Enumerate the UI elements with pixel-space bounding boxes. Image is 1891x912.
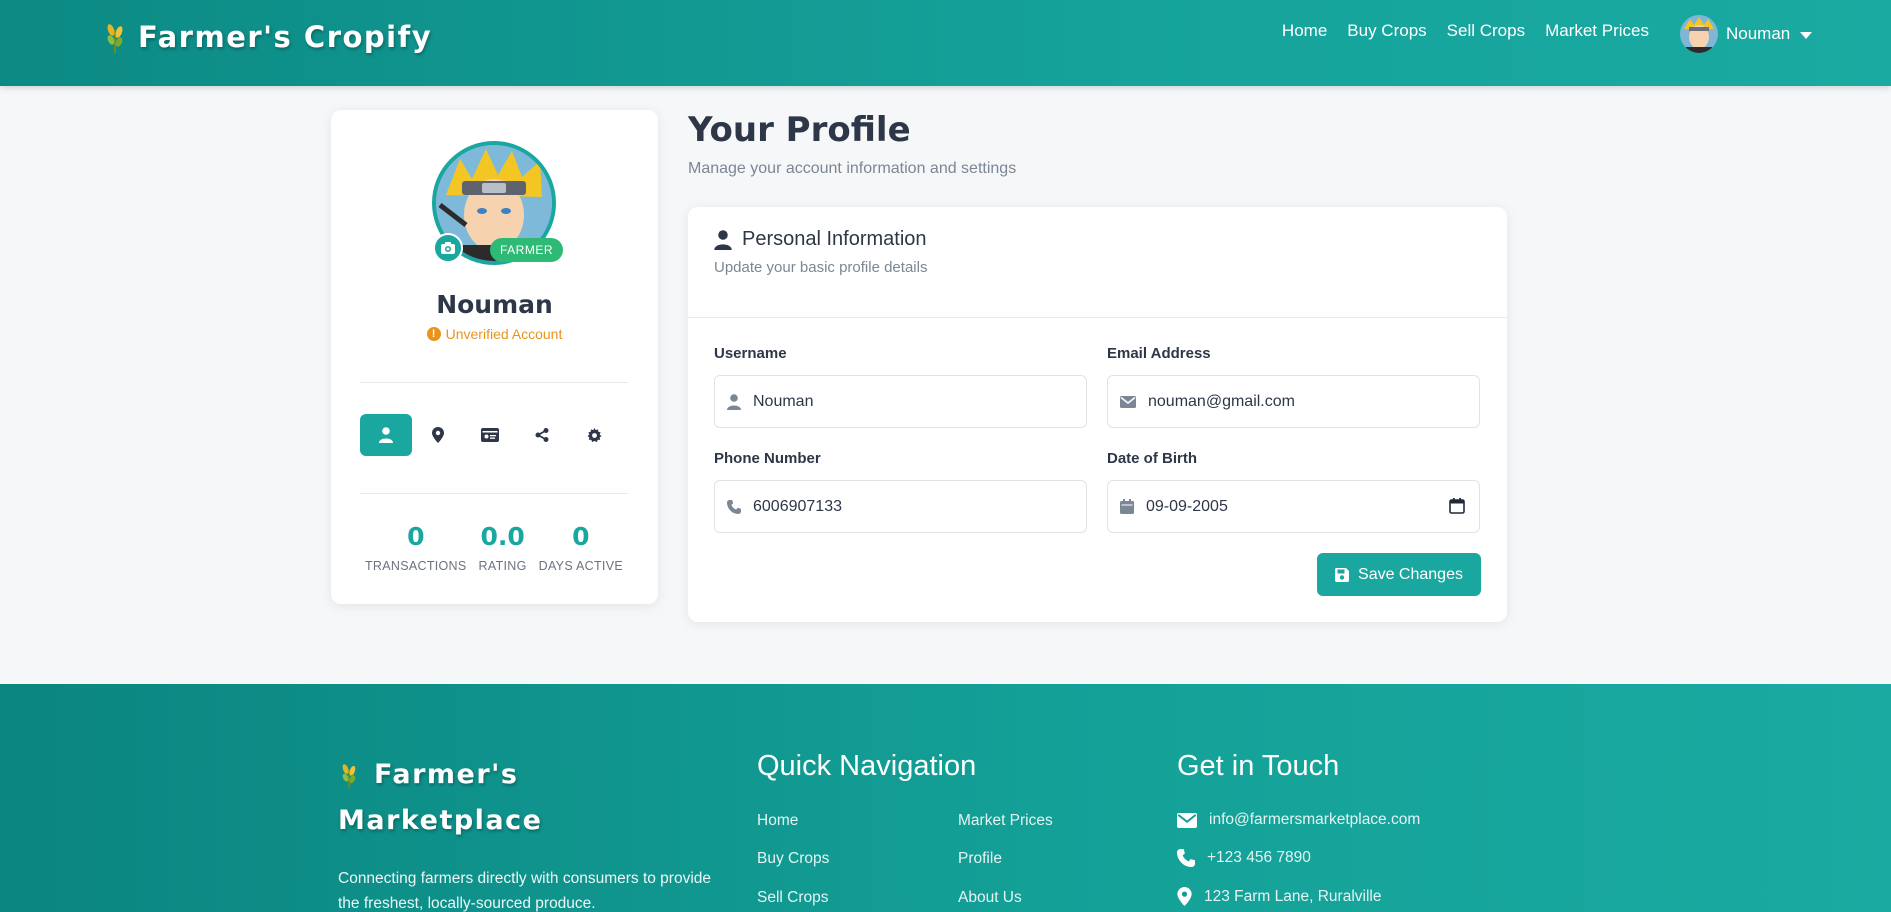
gear-icon xyxy=(586,427,602,442)
stat-value: 0.0 xyxy=(480,522,525,551)
warning-icon: ! xyxy=(426,327,441,341)
email-label: Email Address xyxy=(1107,345,1211,362)
contact-address[interactable]: 123 Farm Lane, Ruralville xyxy=(1177,887,1381,906)
stat-label: RATING xyxy=(478,559,527,573)
wheat-logo-icon xyxy=(342,764,356,789)
stat-label: DAYS ACTIVE xyxy=(538,559,623,573)
change-photo-button[interactable] xyxy=(433,233,463,263)
contact-email[interactable]: info@farmersmarketplace.com xyxy=(1177,811,1420,829)
user-icon xyxy=(379,427,393,443)
stat-transactions: 0 TRANSACTIONS xyxy=(365,522,467,573)
stat-value: 0 xyxy=(407,522,425,551)
share-icon xyxy=(535,428,549,442)
contact-email-text: info@farmersmarketplace.com xyxy=(1209,811,1421,828)
phone-icon xyxy=(1177,849,1195,867)
email-field[interactable] xyxy=(1107,375,1480,428)
nav-sell-crops[interactable]: Sell Crops xyxy=(1437,20,1535,42)
phone-field[interactable] xyxy=(714,480,1087,533)
footer-brand-line1: Farmer's xyxy=(338,752,718,798)
profile-card: FARMER Nouman ! Unverified Account 0 TRA… xyxy=(331,110,658,604)
stat-days-active: 0 DAYS ACTIVE xyxy=(539,522,623,573)
map-pin-icon xyxy=(432,427,444,443)
stat-rating: 0.0 RATING xyxy=(479,522,527,573)
tab-id-documents[interactable] xyxy=(464,414,516,456)
contact-phone-text: +123 456 7890 xyxy=(1207,849,1311,866)
footer-link-buy-crops[interactable]: Buy Crops xyxy=(757,850,829,868)
card-header: Personal Information Update your basic p… xyxy=(688,207,1507,318)
brand-name: Farmer's Cropify xyxy=(138,20,433,54)
stat-label: TRANSACTIONS xyxy=(365,559,467,573)
user-name: Nouman xyxy=(1726,24,1791,43)
tab-social[interactable] xyxy=(516,414,568,456)
profile-name: Nouman xyxy=(436,290,553,319)
contact-phone[interactable]: +123 456 7890 xyxy=(1177,849,1311,867)
user-icon xyxy=(714,229,732,250)
tab-address[interactable] xyxy=(412,414,464,456)
chevron-down-icon xyxy=(1800,32,1813,39)
footer-link-market-prices[interactable]: Market Prices xyxy=(958,812,1053,830)
footer-link-sell-crops[interactable]: Sell Crops xyxy=(757,889,829,907)
id-card-icon xyxy=(481,428,499,442)
nav-market-prices[interactable]: Market Prices xyxy=(1535,20,1659,42)
contact-address-text: 123 Farm Lane, Ruralville xyxy=(1204,887,1382,905)
footer: Farmer's Marketplace Connecting farmers … xyxy=(0,684,1891,912)
footer-link-about-us[interactable]: About Us xyxy=(958,889,1022,907)
section-subtitle: Update your basic profile details xyxy=(714,259,928,276)
save-changes-button[interactable]: Save Changes xyxy=(1317,553,1481,596)
dob-label: Date of Birth xyxy=(1107,450,1197,467)
nav-home[interactable]: Home xyxy=(1272,20,1337,42)
email-input[interactable] xyxy=(1148,392,1438,411)
footer-brand-line2: Marketplace xyxy=(338,805,543,836)
username-label: Username xyxy=(714,345,787,362)
brand[interactable]: Farmer's Cropify xyxy=(102,20,432,54)
footer-description: Connecting farmers directly with consume… xyxy=(338,870,712,912)
save-icon xyxy=(1335,567,1350,582)
phone-input[interactable] xyxy=(753,497,1043,516)
tab-settings[interactable] xyxy=(568,414,620,456)
footer-brand: Farmer's Marketplace xyxy=(338,752,718,844)
page-subtitle: Manage your account information and sett… xyxy=(688,160,1017,177)
status-text: Unverified Account xyxy=(445,326,563,342)
footer-link-home[interactable]: Home xyxy=(757,812,798,830)
username-input[interactable] xyxy=(753,392,1043,411)
role-badge: FARMER xyxy=(490,238,564,262)
page-title: Your Profile xyxy=(688,110,911,150)
stat-value: 0 xyxy=(572,522,590,551)
phone-icon xyxy=(727,499,741,514)
envelope-icon xyxy=(1120,395,1136,408)
nav-links: Home Buy Crops Sell Crops Market Prices xyxy=(1272,20,1659,42)
map-pin-icon xyxy=(1177,887,1192,906)
profile-stats: 0 TRANSACTIONS 0.0 RATING 0 DAYS ACTIVE xyxy=(360,522,628,573)
user-icon xyxy=(727,393,741,410)
footer-nav-heading: Quick Navigation xyxy=(757,750,977,782)
tab-personal-info[interactable] xyxy=(360,414,412,456)
footer-link-profile[interactable]: Profile xyxy=(958,850,1002,868)
top-navbar: Farmer's Cropify Home Buy Crops Sell Cro… xyxy=(0,0,1891,86)
section-title-text: Personal Information xyxy=(742,228,927,250)
profile-tabs xyxy=(360,414,620,456)
wheat-logo-icon xyxy=(107,24,123,53)
camera-icon xyxy=(441,242,455,254)
footer-brand-text-1: Farmer's xyxy=(374,759,519,790)
save-changes-label: Save Changes xyxy=(1358,565,1463,583)
dob-field[interactable] xyxy=(1107,480,1480,533)
footer-contact-heading: Get in Touch xyxy=(1177,750,1340,782)
phone-label: Phone Number xyxy=(714,450,821,467)
calendar-picker-icon[interactable] xyxy=(1449,498,1465,514)
nav-buy-crops[interactable]: Buy Crops xyxy=(1337,20,1436,42)
avatar xyxy=(1680,15,1718,53)
section-title: Personal Information xyxy=(714,228,927,251)
divider xyxy=(360,493,628,494)
username-field[interactable] xyxy=(714,375,1087,428)
dob-input[interactable] xyxy=(1146,497,1436,516)
user-menu[interactable]: Nouman xyxy=(1680,15,1813,53)
status-badge: ! Unverified Account xyxy=(331,326,658,342)
divider xyxy=(360,382,628,383)
calendar-icon xyxy=(1120,499,1134,514)
envelope-icon xyxy=(1177,812,1197,828)
profile-avatar-wrap: FARMER xyxy=(432,141,564,265)
personal-info-card: Personal Information Update your basic p… xyxy=(688,207,1507,622)
